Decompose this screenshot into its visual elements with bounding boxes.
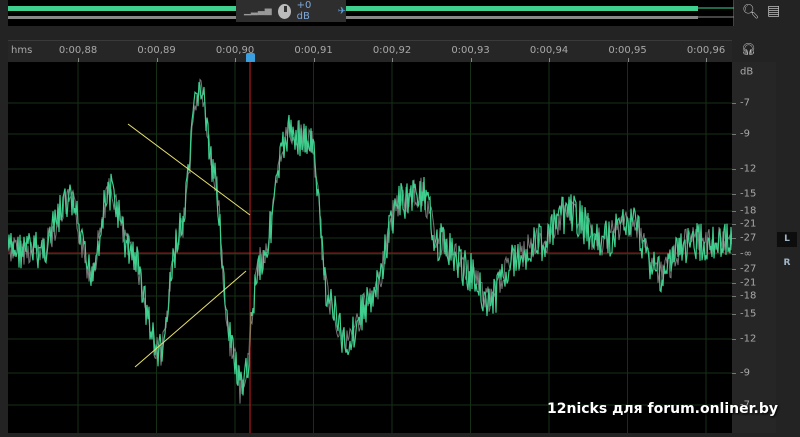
waveform-right-channel: [7, 78, 733, 404]
time-tick-label: 0:00,93: [451, 45, 490, 56]
time-tick-label: 0:00,92: [372, 45, 412, 56]
overview-waveform[interactable]: ▁▂▃▅ +0 dB ✈: [8, 0, 734, 26]
time-tick-label: 0:00,95: [608, 45, 647, 56]
time-tick-label: 0:00,96: [686, 45, 726, 56]
watermark: 12nicks для forum.onliner.by: [547, 401, 778, 417]
gain-knob[interactable]: [277, 3, 291, 19]
db-label: -21: [740, 218, 757, 230]
db-label: -9: [740, 128, 750, 140]
db-label: -12: [740, 333, 757, 345]
db-tick: [732, 339, 736, 340]
db-label: -7: [740, 97, 750, 109]
time-tick-label: 0:00,94: [529, 45, 569, 56]
db-tick: [732, 103, 736, 104]
amplitude-scale: dB -7 -9 -12 -15 -18 -21 -27 -∞ -27 -21 -18 -15 -12-…: [732, 62, 776, 433]
db-tick: [732, 283, 736, 284]
db-label: -18: [740, 290, 757, 302]
hud-gain-control[interactable]: ▁▂▃▅ +0 dB ✈: [236, 0, 346, 22]
pin-icon[interactable]: ✈: [338, 6, 346, 17]
time-tick-label: 0:00,88: [58, 45, 98, 56]
db-tick: [732, 224, 736, 225]
db-tick: [732, 373, 736, 374]
panel-menu-icon[interactable]: ▤: [767, 3, 780, 19]
db-label: -9: [740, 367, 750, 379]
db-label: -12: [740, 163, 757, 175]
waveform-left-channel: [7, 82, 733, 396]
time-tick-label: 0:00,89: [137, 45, 176, 56]
db-label: -15: [740, 308, 757, 320]
db-tick: [732, 314, 736, 315]
zoom-icon[interactable]: 🔍︎: [742, 4, 760, 20]
db-tick: [732, 169, 736, 170]
db-tick: [732, 238, 736, 239]
db-label: -27: [740, 232, 757, 244]
db-label: -18: [740, 205, 757, 217]
db-tick: [732, 296, 736, 297]
scale-unit: dB: [740, 66, 754, 78]
db-tick: [732, 211, 736, 212]
level-meter-icon: ▁▂▃▅: [244, 6, 272, 16]
db-label: -∞: [740, 248, 752, 260]
channel-right-toggle[interactable]: R: [777, 256, 797, 271]
headphones-icon[interactable]: 🎧︎: [741, 42, 756, 56]
db-tick: [732, 269, 736, 270]
db-label: -27: [740, 263, 757, 275]
db-label: -15: [740, 188, 757, 200]
channel-left-toggle[interactable]: L: [777, 232, 797, 247]
db-tick: [732, 194, 736, 195]
time-ruler[interactable]: hms 0:00,88 0:00,89 0:00,90 0:00,91 0:00,92 0…: [8, 40, 732, 63]
waveform-display[interactable]: [7, 62, 733, 433]
ruler-unit: hms: [11, 45, 33, 56]
gain-value[interactable]: +0 dB: [297, 0, 324, 22]
db-tick: [732, 254, 736, 255]
time-tick-label: 0:00,91: [294, 45, 333, 56]
db-tick: [732, 134, 736, 135]
db-label: -21: [740, 277, 757, 289]
overview-waveform-graphic: [8, 6, 734, 19]
